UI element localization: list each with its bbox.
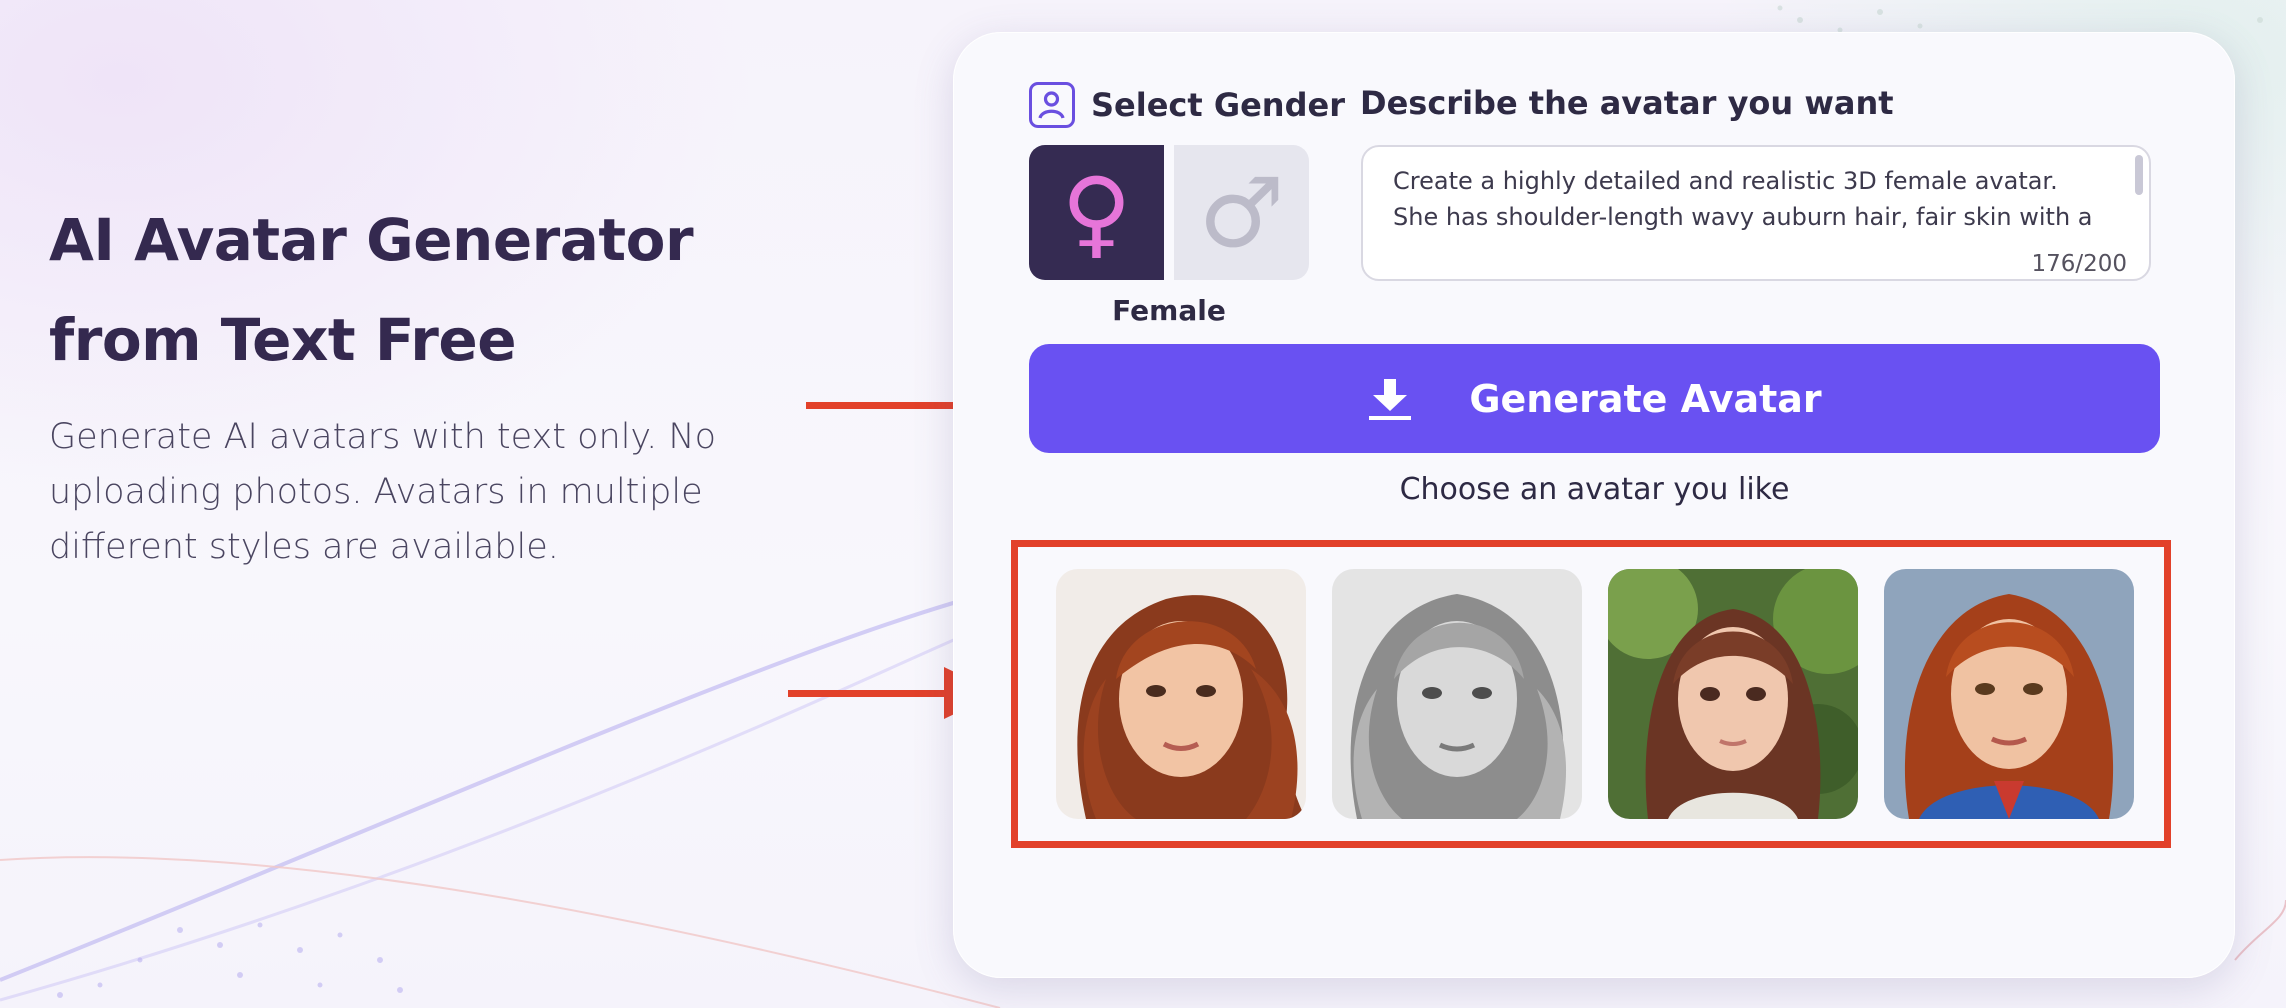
avatar-thumbnail-anime[interactable] <box>1608 569 1858 819</box>
user-portrait-icon <box>1029 82 1075 128</box>
male-symbol-icon: ♂ <box>1198 156 1285 269</box>
gender-selector: ♀ ♂ <box>1029 145 1309 280</box>
choose-avatar-prompt: Choose an avatar you like <box>1399 472 1790 507</box>
title-line-2: from Text Free <box>49 306 517 374</box>
select-gender-label: Select Gender <box>1091 86 1345 124</box>
title-line-1: AI Avatar Generator <box>49 206 694 274</box>
describe-avatar-label: Describe the avatar you want <box>1360 84 1894 122</box>
avatar-generator-card: Select Gender ♀ ♂ Female Describe the av… <box>953 32 2235 978</box>
female-gender-button[interactable]: ♀ <box>1029 145 1164 280</box>
download-icon <box>1369 378 1412 420</box>
textarea-scrollbar[interactable] <box>2135 155 2143 195</box>
avatar-thumbnail-superhero[interactable] <box>1884 569 2134 819</box>
page-title: AI Avatar Generator from Text Free <box>49 190 769 390</box>
avatar-thumbnail-monochrome[interactable] <box>1332 569 1582 819</box>
female-symbol-icon: ♀ <box>1061 156 1132 269</box>
selected-gender-label: Female <box>1112 294 1226 327</box>
hero-description: Generate AI avatars with text only. No u… <box>49 417 716 567</box>
male-gender-button[interactable]: ♂ <box>1174 145 1309 280</box>
avatar-gallery <box>1056 569 2134 819</box>
description-text: Create a highly detailed and realistic 3… <box>1393 167 2093 231</box>
avatar-description-textarea[interactable]: Create a highly detailed and realistic 3… <box>1361 145 2151 281</box>
generate-avatar-label: Generate Avatar <box>1469 376 1822 421</box>
hero-section: AI Avatar Generator from Text Free Gener… <box>49 190 769 575</box>
generate-avatar-button[interactable]: Generate Avatar <box>1029 344 2160 453</box>
character-counter: 176/200 <box>2031 251 2127 277</box>
gender-heading: Select Gender <box>1029 80 1345 130</box>
avatar-thumbnail-realistic[interactable] <box>1056 569 1306 819</box>
